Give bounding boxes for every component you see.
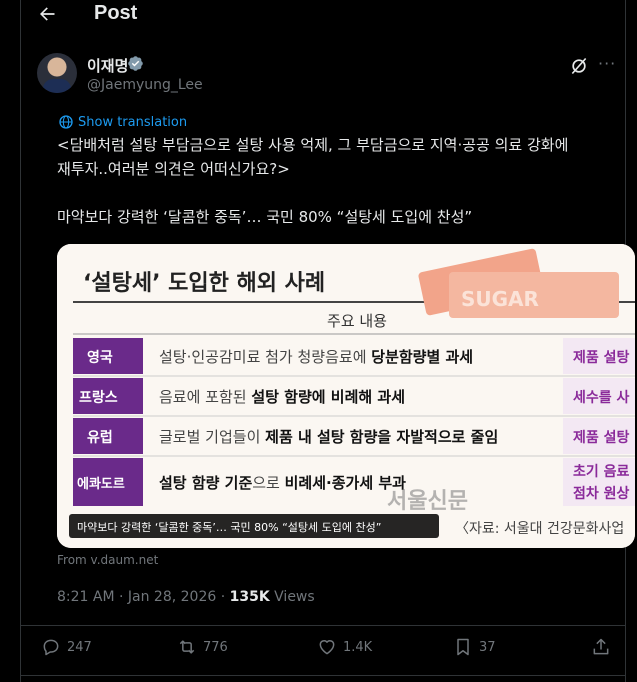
- views-label: Views: [269, 589, 315, 605]
- row-text-bold: 당분함량별 과세: [371, 348, 473, 366]
- more-options-icon[interactable]: ···: [598, 54, 616, 73]
- share-icon: [593, 638, 609, 655]
- divider: [21, 675, 625, 676]
- svg-text:설탕·인공감미료 첨가 청량음료에 당분함량별 과세: 설탕·인공감미료 첨가 청량음료에 당분함량별 과세: [159, 348, 473, 366]
- post-text: <담배처럼 설탕 부담금으로 설탕 사용 억제, 그 부담금으로 지역·공공 의…: [57, 133, 631, 253]
- row-text-bold: 제품 내 설탕 함량을 자발적으로 줄임: [265, 428, 498, 446]
- grok-icon[interactable]: [569, 56, 589, 76]
- row-country: 유럽: [87, 430, 113, 446]
- row-right: 점차 원상: [573, 485, 630, 502]
- arrow-left-icon[interactable]: [37, 4, 57, 27]
- row-right: 초기 음료: [573, 464, 630, 480]
- reply-count: 247: [67, 639, 92, 655]
- link-card-image[interactable]: ‘설탕세’ 도입한 해외 사례 SUGAR 주요 내용 영국 설탕·인공감미료 …: [57, 244, 635, 548]
- show-translation-link[interactable]: Show translation: [58, 114, 187, 130]
- reply-icon: [43, 639, 59, 656]
- bookmark-count: 37: [479, 639, 496, 655]
- row-right: 제품 설탕: [573, 349, 630, 366]
- bookmark-icon: [457, 638, 469, 656]
- row-text: 글로벌 기업들이: [159, 428, 265, 446]
- card-title: ‘설탕세’ 도입한 해외 사례: [83, 271, 325, 296]
- avatar[interactable]: [37, 53, 77, 93]
- author-handle[interactable]: @Jaemyung_Lee: [87, 77, 203, 93]
- like-count: 1.4K: [343, 639, 373, 655]
- author-name[interactable]: 이재명: [87, 55, 128, 76]
- column-header: 주요 내용: [327, 312, 387, 330]
- globe-icon: [59, 115, 73, 129]
- like-button[interactable]: 1.4K: [317, 637, 372, 657]
- post-paragraph: 마약보다 강력한 ‘달콤한 중독’… 국민 80% “설탕세 도입에 찬성”: [57, 208, 473, 226]
- views-count: 135K: [229, 589, 270, 605]
- svg-text:음료에 포함된 설탕 함량에 비례해 과세: 음료에 포함된 설탕 함량에 비례해 과세: [159, 388, 405, 406]
- repost-count: 776: [203, 639, 228, 655]
- show-translation-label: Show translation: [78, 114, 188, 130]
- source-link[interactable]: From v.daum.net: [57, 553, 158, 567]
- card-caption: 마약보다 강력한 ‘달콤한 중독’… 국민 80% “설탕세 도입에 찬성”: [77, 520, 381, 534]
- row-right: 제품 설탕: [573, 429, 630, 446]
- page-title: Post: [94, 2, 138, 24]
- bookmark-button[interactable]: 37: [453, 637, 496, 657]
- post-paragraph: <담배처럼 설탕 부담금으로 설탕 사용 억제, 그 부담금으로 지역·공공 의…: [57, 136, 569, 178]
- action-bar: 247 776 1.4K 37: [21, 637, 625, 661]
- row-country: 영국: [87, 349, 113, 366]
- svg-text:글로벌 기업들이 제품 내 설탕 함량을 자발적으로 줄임: 글로벌 기업들이 제품 내 설탕 함량을 자발적으로 줄임: [159, 428, 498, 446]
- row-text-bold: 설탕 함량에 비례해 과세: [251, 388, 405, 406]
- row-text: 설탕·인공감미료 첨가 청량음료에: [159, 348, 371, 366]
- repost-button[interactable]: 776: [177, 637, 228, 657]
- row-right: 세수를 사: [573, 390, 630, 406]
- post-timestamp[interactable]: 8:21 AM · Jan 28, 2026 ·: [57, 589, 230, 605]
- post-column: Post 이재명 @Jaemyung_Lee ··· Show translat…: [20, 0, 635, 682]
- row-country: 에콰도르: [77, 476, 125, 492]
- card-credit: 〈자료: 서울대 건강문화사업: [455, 521, 624, 537]
- row-text-bold: 설탕 함량 기준: [159, 474, 252, 492]
- share-button[interactable]: [591, 637, 611, 657]
- heart-icon: [319, 640, 335, 655]
- row-text: 으로: [252, 474, 284, 492]
- top-bar: Post: [21, 0, 625, 30]
- verified-badge-icon: [128, 56, 143, 71]
- row-text: 음료에 포함된: [159, 388, 251, 406]
- reply-button[interactable]: 247: [41, 637, 92, 657]
- row-country: 프랑스: [79, 390, 118, 406]
- divider: [21, 625, 625, 626]
- svg-text:설탕 함량 기준으로 비례세·종가세 부과: 설탕 함량 기준으로 비례세·종가세 부과: [159, 474, 406, 492]
- watermark: 서울신문: [387, 488, 468, 514]
- sugar-label: SUGAR: [461, 287, 539, 311]
- post-meta: 8:21 AM · Jan 28, 2026 · 135K Views: [57, 589, 315, 605]
- repost-icon: [179, 640, 195, 654]
